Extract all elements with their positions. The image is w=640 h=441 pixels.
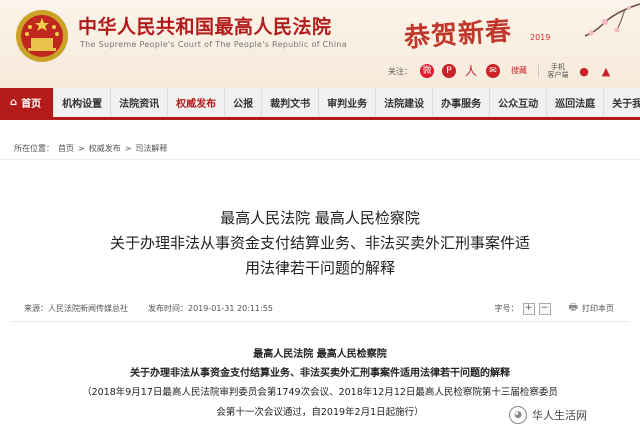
- nav-item-home[interactable]: ⌂ 首页: [0, 88, 55, 117]
- social-follow-bar: 关注： 微 P 人 ✉ 搜藏 手机 客户端 ● ▲: [388, 62, 613, 80]
- breadcrumb-item-home[interactable]: 首页: [58, 143, 74, 154]
- baidu-bookmark-link[interactable]: 搜藏: [508, 64, 530, 78]
- breadcrumb-prefix: 所在位置：: [14, 144, 54, 153]
- nav-item-judgments[interactable]: 裁判文书: [262, 88, 320, 117]
- wechat-watermark-icon: ◕: [509, 406, 527, 424]
- font-size-label: 字号：: [494, 304, 519, 313]
- people-icon[interactable]: P: [442, 64, 456, 78]
- nav-item-authoritative-release[interactable]: 权威发布: [168, 88, 226, 117]
- site-header: 中华人民共和国最高人民法院 The Supreme People's Court…: [0, 0, 640, 88]
- printer-icon: 🖶: [568, 302, 578, 313]
- site-title[interactable]: 中华人民共和国最高人民法院: [78, 12, 332, 39]
- nav-item-public-interaction[interactable]: 公众互动: [490, 88, 548, 117]
- breadcrumb: 所在位置： 首页 > 权威发布 > 司法解释: [0, 138, 640, 160]
- font-decrease-button[interactable]: −: [538, 302, 551, 315]
- font-size-control: 字号： + −: [494, 302, 551, 315]
- nav-item-about-us[interactable]: 关于我们: [604, 88, 640, 117]
- article-body-heading-2: 关于办理非法从事资金支付结算业务、非法买卖外汇刑事案件适用法律若干问题的解释: [130, 368, 510, 379]
- article-body-note-1: （2018年9月17日最高人民法院审判委员会第1749次会议、2018年12月1…: [82, 387, 558, 398]
- nav-item-court-news[interactable]: 法院资讯: [111, 88, 169, 117]
- article-title-line-2: 关于办理非法从事资金支付结算业务、非法买卖外汇刑事案件适: [109, 234, 530, 252]
- national-emblem-icon[interactable]: [14, 8, 70, 64]
- article-title-line-3: 用法律若干问题的解释: [244, 259, 395, 277]
- home-icon: ⌂: [10, 97, 18, 108]
- divider: [538, 64, 539, 78]
- print-button[interactable]: 🖶 打印本页: [569, 300, 614, 317]
- nav-item-court-construction[interactable]: 法院建设: [376, 88, 434, 117]
- site-subtitle: The Supreme People's Court of The People…: [80, 40, 347, 49]
- nav-item-trial-business[interactable]: 审判业务: [319, 88, 377, 117]
- new-year-greeting: 恭贺新春: [403, 16, 514, 54]
- article-source: 来源：人民法院新闻传媒总社: [24, 304, 128, 313]
- wechat-icon[interactable]: ✉: [486, 64, 500, 78]
- watermark: ◕ 华人生活网: [505, 404, 591, 426]
- watermark-text: 华人生活网: [532, 409, 587, 422]
- mobile-client-label[interactable]: 手机 客户端: [547, 63, 569, 79]
- follow-label: 关注：: [388, 66, 412, 76]
- breadcrumb-item-release[interactable]: 权威发布: [89, 143, 121, 154]
- android-icon[interactable]: ▲: [599, 64, 613, 78]
- article-body-heading-1: 最高人民法院 最高人民检察院: [253, 349, 387, 360]
- article-title-line-1: 最高人民法院 最高人民检察院: [220, 209, 420, 227]
- nav-item-gazette[interactable]: 公报: [225, 88, 263, 117]
- mobile-label-line-1: 手机: [551, 63, 565, 71]
- font-increase-button[interactable]: +: [522, 302, 535, 315]
- print-label: 打印本页: [582, 304, 614, 313]
- article-meta-bar: 来源：人民法院新闻传媒总社 发布时间：2019-01-31 20:11:55 字…: [12, 300, 628, 322]
- breadcrumb-item-interpretation[interactable]: 司法解释: [135, 143, 167, 154]
- weibo-icon[interactable]: 微: [420, 64, 434, 78]
- article-publish-time: 发布时间：2019-01-31 20:11:55: [148, 304, 273, 313]
- renren-icon[interactable]: 人: [464, 64, 478, 78]
- mobile-label-line-2: 客户端: [547, 71, 569, 79]
- breadcrumb-separator: >: [78, 144, 85, 153]
- nav-item-institutions[interactable]: 机构设置: [54, 88, 112, 117]
- greeting-year: 2019: [530, 33, 551, 42]
- nav-item-services[interactable]: 办事服务: [433, 88, 491, 117]
- apple-icon[interactable]: ●: [577, 64, 591, 78]
- nav-item-label: 首页: [21, 99, 42, 110]
- breadcrumb-separator: >: [124, 144, 132, 153]
- plum-blossom-decoration: [584, 3, 640, 37]
- nav-item-circuit-court[interactable]: 巡回法庭: [547, 88, 605, 117]
- main-nav: ⌂ 首页 机构设置 法院资讯 权威发布 公报 裁判文书 审判业务 法院建设 办事…: [0, 88, 640, 120]
